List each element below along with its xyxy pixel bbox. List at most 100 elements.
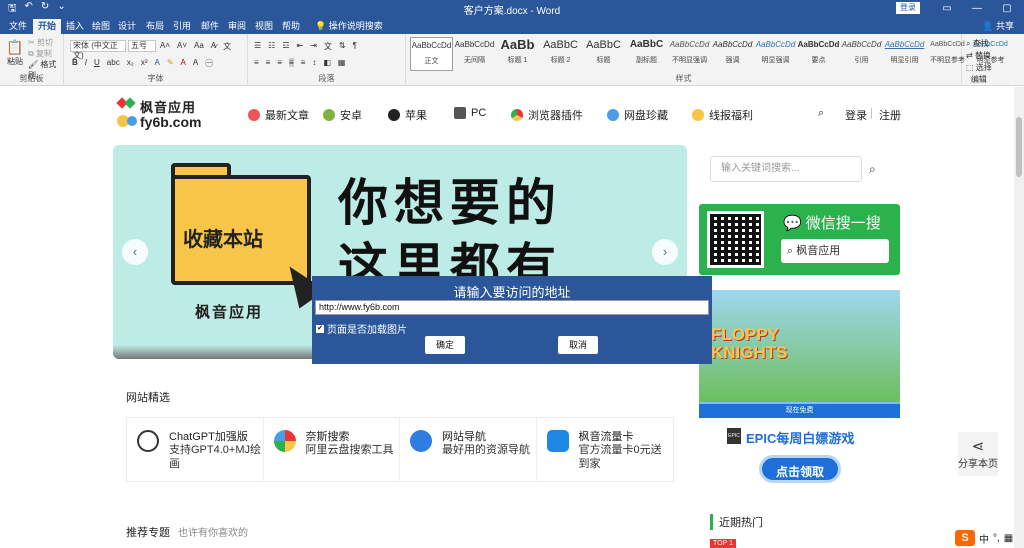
sidebar-search-input[interactable]: 输入关键词搜索... [710, 156, 862, 182]
cut-button[interactable]: ✂ 剪切 [28, 37, 63, 48]
tab-help[interactable]: 帮助 [277, 19, 305, 34]
card-chatgpt[interactable]: ChatGPT加强版 支持GPT4.0+MJ绘画 [127, 418, 264, 481]
decrease-indent-icon[interactable]: ⇤ [297, 41, 304, 52]
nav-deals[interactable]: 线报福利 [692, 107, 753, 123]
select-button[interactable]: ⬚ 选择 [966, 62, 992, 74]
tab-draw[interactable]: 绘图 [87, 19, 115, 34]
ok-button[interactable]: 确定 [425, 336, 465, 354]
site-search-button[interactable]: ⌕ [818, 107, 824, 120]
share-page-button[interactable]: ⋖ 分享本页 [958, 432, 998, 476]
align-left-icon[interactable]: ≡ [254, 58, 259, 67]
find-button[interactable]: ⌕ 查找 [966, 38, 992, 50]
text-effects-icon[interactable]: A [154, 58, 159, 69]
shading-icon[interactable]: ◧ [323, 58, 331, 67]
vertical-scrollbar[interactable] [1014, 87, 1024, 548]
font-name-select[interactable]: 宋体 (中文正文) [70, 40, 126, 60]
align-center-icon[interactable]: ≡ [266, 58, 271, 67]
ime-toolbar[interactable]: S 中 °, ▦ [955, 530, 1013, 546]
underline-icon[interactable]: U [94, 58, 100, 69]
sort-icon[interactable]: ⇅ [339, 41, 346, 52]
site-register-link[interactable]: 注册 [879, 107, 901, 123]
style-heading1[interactable]: AaBb 标题 1 [496, 37, 539, 71]
document-area[interactable]: 枫音应用 fy6b.com 最新文章 安卓 苹果 PC 浏览器插件 网盘珍藏 线… [0, 87, 1014, 548]
wechat-search-card[interactable]: 💬 微信搜一搜 ⌕ 枫音应用 [699, 204, 900, 275]
line-spacing-icon[interactable]: ↕ [312, 58, 316, 67]
char-shading-icon[interactable]: A [193, 58, 198, 69]
justify-icon[interactable]: ≡ [289, 58, 294, 67]
nav-apple[interactable]: 苹果 [388, 107, 427, 123]
paste-button[interactable]: 📋 粘贴 [6, 39, 24, 67]
card-nice-search[interactable]: 奈斯搜索 阿里云盘搜索工具 [264, 418, 400, 481]
enclose-char-icon[interactable]: ㊀ [205, 58, 213, 69]
multilevel-list-icon[interactable]: ☲ [282, 41, 289, 52]
site-login-link[interactable]: 登录 [845, 107, 867, 123]
cancel-button[interactable]: 取消 [558, 336, 598, 354]
shrink-font-icon[interactable]: A˅ [177, 41, 187, 52]
tab-review[interactable]: 审阅 [223, 19, 251, 34]
claim-button[interactable]: 点击领取 [759, 455, 841, 483]
style-emphasis[interactable]: AaBbCcDd 强调 [711, 37, 754, 71]
borders-icon[interactable]: ▦ [338, 58, 346, 67]
style-subtitle[interactable]: AaBbC 副标题 [625, 37, 668, 71]
scrollbar-thumb[interactable] [1016, 117, 1022, 177]
show-marks-icon[interactable]: ¶ [353, 41, 357, 52]
share-button[interactable]: 👤 共享 [982, 19, 1014, 32]
nav-browser-ext[interactable]: 浏览器插件 [511, 107, 583, 123]
wechat-search-box[interactable]: ⌕ 枫音应用 [781, 239, 889, 263]
superscript-icon[interactable]: x² [141, 58, 148, 69]
change-case-icon[interactable]: Aa [194, 41, 204, 52]
italic-icon[interactable]: I [85, 58, 87, 69]
url-input[interactable]: http://www.fy6b.com [315, 300, 709, 315]
carousel-next-icon[interactable]: › [652, 239, 678, 265]
highlight-icon[interactable]: ✎ [167, 58, 174, 69]
tab-home[interactable]: 开始 [33, 19, 62, 34]
style-title[interactable]: AaBbC 标题 [582, 37, 625, 71]
tab-references[interactable]: 引用 [168, 19, 196, 34]
signin-button[interactable]: 登录 [896, 2, 920, 14]
subscript-icon[interactable]: x₂ [127, 58, 134, 69]
maximize-icon[interactable]: ▢ [992, 0, 1022, 17]
font-color-icon[interactable]: A [181, 58, 186, 69]
carousel-prev-icon[interactable]: ‹ [122, 239, 148, 265]
grow-font-icon[interactable]: A˄ [160, 41, 170, 52]
align-right-icon[interactable]: ≡ [277, 58, 282, 67]
replace-button[interactable]: ⇄ 替换 [966, 50, 992, 62]
nav-android[interactable]: 安卓 [323, 107, 362, 123]
tab-design[interactable]: 设计 [113, 19, 141, 34]
style-subtle-reference[interactable]: AaBbCcDd 不明显参考 [926, 37, 969, 71]
minimize-icon[interactable]: — [962, 0, 992, 17]
strikethrough-icon[interactable]: abc [107, 58, 120, 69]
nav-pc[interactable]: PC [454, 107, 486, 119]
style-intense-quote[interactable]: AaBbCcDd 明显引用 [883, 37, 926, 71]
style-quote[interactable]: AaBbCcDd 引用 [840, 37, 883, 71]
nav-netdisk[interactable]: 网盘珍藏 [607, 107, 668, 123]
font-size-select[interactable]: 五号 [128, 40, 156, 52]
tab-mailings[interactable]: 邮件 [196, 19, 224, 34]
copy-button[interactable]: ⧉ 复制 [28, 48, 63, 59]
style-subtle-emphasis[interactable]: AaBbCcDd 不明显强调 [668, 37, 711, 71]
style-normal[interactable]: AaBbCcDd 正文 [410, 37, 453, 71]
style-intense-emphasis[interactable]: AaBbCcDd 明显强调 [754, 37, 797, 71]
style-no-spacing[interactable]: AaBbCcDd 无间隔 [453, 37, 496, 71]
sidebar-search-icon[interactable]: ⌕ [869, 162, 876, 177]
tab-file[interactable]: 文件 [4, 19, 32, 34]
bullets-icon[interactable]: ☰ [254, 41, 261, 52]
epic-ad[interactable]: FLOPPY KNIGHTS 现在免费 EPIC EPIC每周白嫖游戏 点击领取 [699, 290, 900, 495]
distributed-icon[interactable]: ≡ [301, 58, 306, 67]
card-nav[interactable]: 网站导航 最好用的资源导航 [400, 418, 537, 481]
site-logo[interactable]: 枫音应用 fy6b.com [116, 97, 236, 133]
load-images-checkbox[interactable]: ✔ 页面是否加载图片 [316, 321, 407, 336]
tab-insert[interactable]: 插入 [61, 19, 89, 34]
tab-view[interactable]: 视图 [250, 19, 278, 34]
ribbon-options-icon[interactable]: ▭ [932, 0, 962, 17]
increase-indent-icon[interactable]: ⇥ [310, 41, 317, 52]
phonetic-icon[interactable]: 文 [223, 41, 231, 52]
card-sim[interactable]: 枫音流量卡 官方流量卡0元送到家 [537, 418, 674, 481]
clear-format-icon[interactable]: A̷ [211, 41, 216, 52]
chinese-layout-icon[interactable]: 文 [324, 41, 332, 52]
bold-icon[interactable]: B [72, 58, 78, 69]
numbering-icon[interactable]: ☷ [268, 41, 275, 52]
tell-me-search[interactable]: 💡 操作说明搜索 [310, 19, 388, 34]
style-heading2[interactable]: AaBbC 标题 2 [539, 37, 582, 71]
style-strong[interactable]: AaBbCcDd 要点 [797, 37, 840, 71]
